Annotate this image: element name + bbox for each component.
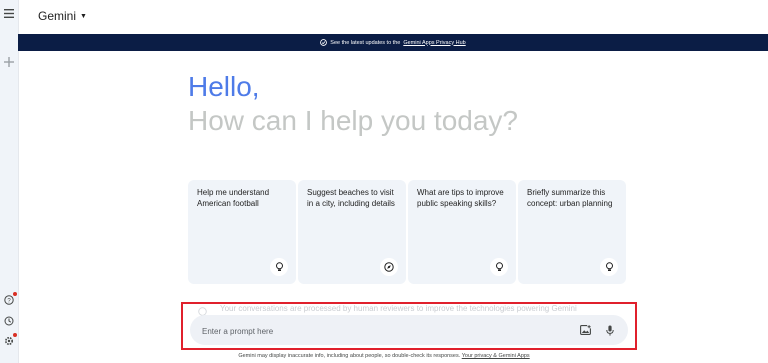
suggestion-card[interactable]: Help me understand American football — [188, 180, 296, 284]
greeting-hello: Hello, — [188, 71, 260, 102]
privacy-link[interactable]: Your privacy & Gemini Apps — [462, 353, 530, 359]
image-upload-icon[interactable] — [577, 322, 593, 338]
top-bar: Gemini ▼ — [18, 0, 768, 34]
suggestion-card[interactable]: Briefly summarize this concept: urban pl… — [518, 180, 626, 284]
privacy-hub-link[interactable]: Gemini Apps Privacy Hub — [403, 40, 465, 46]
menu-icon[interactable] — [2, 6, 16, 20]
settings-icon[interactable] — [2, 333, 17, 348]
disclaimer-footer: Gemini may display inaccurate info, incl… — [0, 353, 768, 359]
suggestion-text: What are tips to improve public speaking… — [417, 188, 504, 208]
compass-icon — [380, 258, 398, 276]
suggestion-text: Briefly summarize this concept: urban pl… — [527, 188, 613, 208]
prompt-input[interactable] — [200, 322, 534, 340]
privacy-banner: See the latest updates to the Gemini App… — [18, 34, 768, 51]
banner-text: See the latest updates to the — [330, 39, 401, 46]
new-chat-icon[interactable] — [2, 55, 16, 69]
help-icon[interactable]: ? — [2, 292, 17, 307]
app-name: Gemini — [38, 9, 77, 23]
activity-icon[interactable] — [2, 314, 16, 328]
greeting-subtitle: How can I help you today? — [188, 105, 518, 136]
suggestion-text: Suggest beaches to visit in a city, incl… — [307, 188, 395, 208]
model-switcher[interactable]: Gemini ▼ — [38, 9, 87, 23]
caret-down-icon: ▼ — [80, 12, 87, 20]
prompt-bar — [190, 315, 628, 345]
suggestion-text: Help me understand American football — [197, 188, 270, 208]
suggestion-card[interactable]: What are tips to improve public speaking… — [408, 180, 516, 284]
check-circle-icon — [320, 39, 328, 46]
lightbulb-icon — [490, 258, 508, 276]
disclaimer-text: Gemini may display inaccurate info, incl… — [238, 353, 461, 359]
suggestion-card[interactable]: Suggest beaches to visit in a city, incl… — [298, 180, 406, 284]
lightbulb-icon — [270, 258, 288, 276]
lightbulb-icon — [600, 258, 618, 276]
microphone-icon[interactable] — [602, 322, 618, 338]
side-rail: ? — [0, 0, 19, 363]
